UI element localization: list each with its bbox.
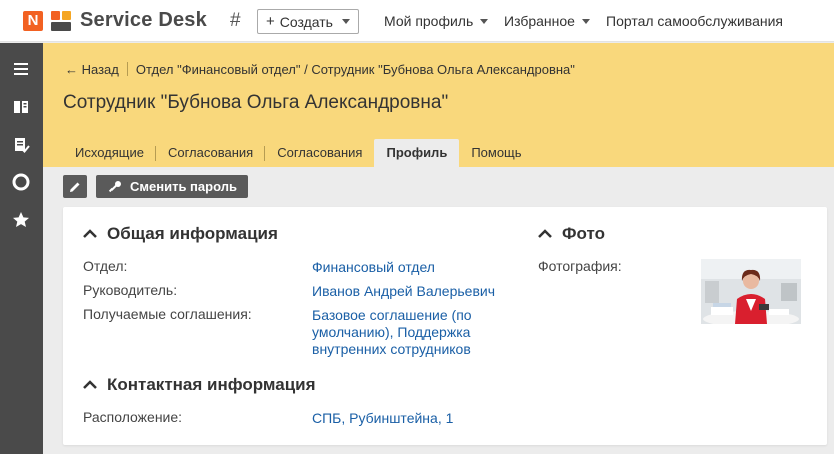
tab-outgoing[interactable]: Исходящие bbox=[63, 139, 156, 167]
contact-info-title: Контактная информация bbox=[107, 375, 316, 394]
naumen-logo[interactable]: N bbox=[23, 11, 43, 31]
back-link[interactable]: ← Назад bbox=[65, 62, 119, 77]
plus-icon: + bbox=[266, 13, 275, 30]
menu-icon[interactable] bbox=[11, 59, 31, 79]
change-password-button[interactable]: Сменить пароль bbox=[96, 175, 248, 198]
edit-button[interactable] bbox=[63, 175, 87, 198]
chevron-up-icon bbox=[538, 229, 552, 238]
nav-favorites[interactable]: Избранное bbox=[504, 13, 590, 29]
tab-bar: Исходящие Согласования Согласования Проф… bbox=[63, 139, 534, 167]
agreements-label: Получаемые соглашения: bbox=[83, 306, 252, 322]
left-sidebar bbox=[0, 43, 43, 454]
location-link[interactable]: СПБ, Рубинштейна, 1 bbox=[312, 410, 453, 427]
chevron-up-icon bbox=[83, 380, 97, 389]
chevron-down-icon bbox=[480, 19, 489, 24]
profile-card: Общая информация Отдел: Финансовый отдел… bbox=[63, 207, 827, 445]
photo-title: Фото bbox=[562, 224, 605, 243]
tab-profile[interactable]: Профиль bbox=[374, 139, 460, 167]
agreements-links[interactable]: Базовое соглашение (по умолчанию), Подде… bbox=[312, 307, 472, 358]
page-header: ← Назад Отдел "Финансовый отдел" / Сотруд… bbox=[43, 43, 834, 167]
page-title: Сотрудник "Бубнова Ольга Александровна" bbox=[63, 92, 449, 113]
general-info-title: Общая информация bbox=[107, 224, 278, 243]
agreements-line: Базовое соглашение (по bbox=[312, 307, 472, 323]
manager-label: Руководитель: bbox=[83, 282, 178, 298]
tab-approvals-2[interactable]: Согласования bbox=[265, 139, 374, 167]
change-password-label: Сменить пароль bbox=[130, 179, 237, 194]
manager-link[interactable]: Иванов Андрей Валерьевич bbox=[312, 283, 495, 300]
app-name[interactable]: Service Desk bbox=[80, 9, 207, 32]
task-list-icon[interactable] bbox=[11, 135, 31, 155]
tab-help[interactable]: Помощь bbox=[459, 139, 533, 167]
hash-icon[interactable]: # bbox=[230, 10, 241, 32]
tab-approvals-1[interactable]: Согласования bbox=[156, 139, 266, 167]
chevron-up-icon bbox=[83, 229, 97, 238]
nav-my-profile-label: Мой профиль bbox=[384, 13, 474, 29]
create-button[interactable]: + Создать bbox=[257, 9, 359, 34]
star-icon[interactable] bbox=[11, 210, 31, 230]
pencil-icon bbox=[70, 182, 80, 192]
breadcrumb-path[interactable]: Отдел "Финансовый отдел" / Сотрудник "Бу… bbox=[136, 62, 575, 77]
nav-my-profile[interactable]: Мой профиль bbox=[384, 13, 489, 29]
chevron-down-icon bbox=[581, 19, 590, 24]
general-info-header[interactable]: Общая информация bbox=[83, 224, 278, 244]
lifebuoy-icon[interactable] bbox=[11, 172, 31, 192]
photo-label: Фотография: bbox=[538, 258, 622, 274]
agreements-line: умолчанию), Поддержка bbox=[312, 324, 471, 340]
nav-self-service-portal[interactable]: Портал самообслуживания bbox=[606, 13, 783, 29]
department-label: Отдел: bbox=[83, 258, 128, 274]
photo-header[interactable]: Фото bbox=[538, 224, 605, 244]
breadcrumb: ← Назад Отдел "Финансовый отдел" / Сотруд… bbox=[65, 62, 575, 77]
contact-info-header[interactable]: Контактная информация bbox=[83, 375, 316, 395]
employee-photo[interactable] bbox=[701, 259, 801, 324]
service-desk-logo-icon[interactable] bbox=[51, 11, 71, 31]
top-bar: N Service Desk # + Создать Мой профиль И… bbox=[0, 0, 834, 42]
location-label: Расположение: bbox=[83, 409, 183, 425]
department-link[interactable]: Финансовый отдел bbox=[312, 259, 435, 276]
breadcrumb-divider bbox=[126, 62, 128, 76]
create-button-label: Создать bbox=[279, 13, 333, 30]
agreements-line: внутренних сотрудников bbox=[312, 341, 471, 357]
key-icon bbox=[108, 180, 121, 192]
chevron-down-icon bbox=[342, 19, 350, 24]
book-icon[interactable] bbox=[11, 97, 31, 117]
nav-favorites-label: Избранное bbox=[504, 13, 575, 29]
